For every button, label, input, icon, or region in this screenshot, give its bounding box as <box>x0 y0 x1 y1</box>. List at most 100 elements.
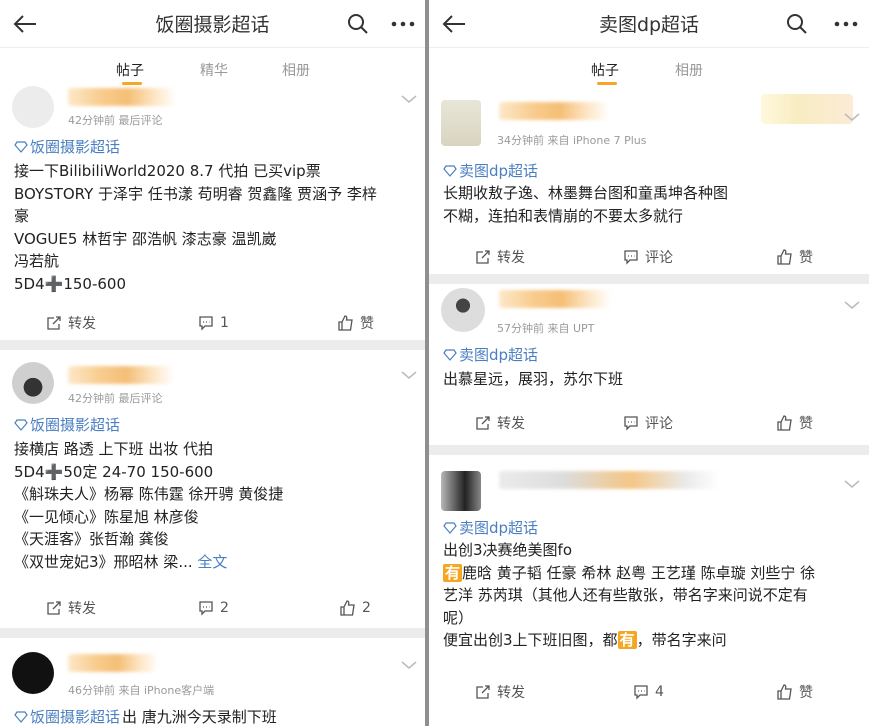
supertopic-label: 卖图dp超话 <box>459 519 539 537</box>
post-text: 接横店 路透 上下班 出妆 代拍 5D4➕50定 24-70 150-600 《… <box>14 438 411 573</box>
chevron-down-icon[interactable] <box>400 658 418 672</box>
post-line: 艺洋 苏芮琪（其他人还有些散张，带名字来问说不定有 <box>443 586 808 604</box>
post-line: BOYSTORY 于泽宇 任书漾 苟明睿 贺鑫隆 贾涵予 李梓 <box>14 184 377 203</box>
avatar[interactable] <box>441 100 481 146</box>
thumbs-up-icon <box>777 249 792 265</box>
supertopic-label: 卖图dp超话 <box>459 346 539 364</box>
post-card[interactable]: 卖图dp超话 出创3决赛绝美图fo 有鹿晗 黄子韬 任豪 希林 赵粤 王艺瑾 陈… <box>429 455 869 725</box>
like-button[interactable]: 赞 <box>777 408 813 438</box>
username-blurred[interactable] <box>68 654 158 672</box>
supertopic-link[interactable]: 饭圈摄影超话 <box>14 414 120 435</box>
search-icon[interactable] <box>344 10 372 38</box>
repost-button[interactable]: 转发 <box>475 242 525 272</box>
supertopic-link[interactable]: 饭圈摄影超话 出 唐九洲今天录制下班 <box>14 706 277 726</box>
post-line: 呢） <box>443 608 474 627</box>
diamond-icon <box>14 140 28 153</box>
repost-label: 转发 <box>497 416 525 432</box>
post-card[interactable]: 46分钟前 来自 iPhone客户端 饭圈摄影超话 出 唐九洲今天录制下班 <box>0 638 425 726</box>
tab-album[interactable]: 相册 <box>675 60 703 80</box>
thumbs-up-icon <box>777 684 792 700</box>
repost-label: 转发 <box>68 316 96 332</box>
like-button[interactable]: 赞 <box>777 677 813 707</box>
post-card[interactable]: 42分钟前 最后评论 饭圈摄影超话 接一下BilibiliWorld2020 8… <box>0 86 425 340</box>
chevron-down-icon[interactable] <box>843 110 861 124</box>
supertopic-link[interactable]: 饭圈摄影超话 <box>14 136 120 157</box>
repost-button[interactable]: 转发 <box>46 308 96 338</box>
full-text-link[interactable]: 全文 <box>197 553 227 571</box>
post-line: 接一下BilibiliWorld2020 8.7 代拍 已买vip票 <box>14 162 321 180</box>
comment-count: 4 <box>655 684 664 700</box>
truncated-text: 《双世宠妃3》邢昭林 梁... <box>14 552 193 571</box>
username-blurred[interactable] <box>68 88 176 106</box>
username-blurred[interactable] <box>68 366 174 384</box>
username-blurred[interactable] <box>499 102 609 120</box>
chevron-down-icon[interactable] <box>843 298 861 312</box>
post-line: 《天涯客》张哲瀚 龚俊 <box>14 530 169 548</box>
username-blurred[interactable] <box>499 471 719 489</box>
post-card[interactable]: 34分钟前 来自 iPhone 7 Plus 卖图dp超话 长期收敖子逸、林墨舞… <box>429 90 869 274</box>
thumbs-up-icon <box>777 415 792 431</box>
like-button[interactable]: 2 <box>340 593 371 623</box>
more-icon[interactable] <box>831 10 861 38</box>
post-separator <box>0 340 425 350</box>
post-line: 便宜出创3上下班旧图，都 <box>443 631 618 649</box>
active-tab-indicator <box>597 82 617 85</box>
avatar[interactable] <box>441 288 485 332</box>
comment-button[interactable]: 1 <box>198 308 229 338</box>
tab-bar: 帖子 精华 相册 <box>0 48 425 90</box>
like-button[interactable]: 赞 <box>777 242 813 272</box>
username-blurred[interactable] <box>499 290 611 308</box>
comment-count: 2 <box>220 600 229 616</box>
right-panel: 卖图dp超话 帖子 相册 34分钟前 来自 iPhone 7 Plus 卖图dp… <box>429 0 869 726</box>
supertopic-link[interactable]: 卖图dp超话 <box>443 160 538 181</box>
post-card[interactable]: 57分钟前 来自 UPT 卖图dp超话 出慕星远，展羽，苏尔下班 转发 评论 赞 <box>429 284 869 445</box>
avatar[interactable] <box>12 652 54 694</box>
post-separator <box>429 445 869 455</box>
post-line: 《一见倾心》陈星旭 林彦俊 <box>14 507 199 526</box>
like-label: 赞 <box>799 416 813 432</box>
tab-posts[interactable]: 帖子 <box>116 60 144 80</box>
back-arrow-icon[interactable] <box>10 10 40 38</box>
action-bar: 转发 评论 赞 <box>429 242 869 272</box>
post-line: 出创3决赛绝美图fo <box>443 541 573 559</box>
avatar[interactable] <box>12 362 54 404</box>
repost-icon <box>476 250 490 264</box>
comment-button[interactable]: 4 <box>633 677 664 707</box>
page-title: 卖图dp超话 <box>598 14 700 36</box>
tab-bar: 帖子 相册 <box>429 48 869 90</box>
top-bar: 饭圈摄影超话 <box>0 0 425 48</box>
tab-posts[interactable]: 帖子 <box>591 60 619 80</box>
repost-label: 转发 <box>497 250 525 266</box>
chevron-down-icon[interactable] <box>400 92 418 106</box>
repost-button[interactable]: 转发 <box>475 677 525 707</box>
diamond-icon <box>14 710 28 723</box>
supertopic-link[interactable]: 卖图dp超话 <box>443 344 538 365</box>
tab-featured[interactable]: 精华 <box>200 60 228 80</box>
you-tag: 有 <box>443 563 463 582</box>
tab-album[interactable]: 相册 <box>282 60 310 80</box>
thumbs-up-icon <box>338 315 353 331</box>
comment-button[interactable]: 评论 <box>623 242 673 272</box>
like-button[interactable]: 赞 <box>338 308 374 338</box>
back-arrow-icon[interactable] <box>439 10 469 38</box>
comment-button[interactable]: 2 <box>198 593 229 623</box>
post-card[interactable]: 42分钟前 最后评论 饭圈摄影超话 接横店 路透 上下班 出妆 代拍 5D4➕5… <box>0 350 425 628</box>
chevron-down-icon[interactable] <box>843 477 861 491</box>
supertopic-link[interactable]: 卖图dp超话 <box>443 517 538 538</box>
like-label: 赞 <box>360 316 374 332</box>
chevron-down-icon[interactable] <box>400 368 418 382</box>
repost-button[interactable]: 转发 <box>475 408 525 438</box>
repost-button[interactable]: 转发 <box>46 593 96 623</box>
repost-label: 转发 <box>68 601 96 617</box>
post-feed: 34分钟前 来自 iPhone 7 Plus 卖图dp超话 长期收敖子逸、林墨舞… <box>429 90 869 725</box>
comment-icon <box>624 416 638 431</box>
you-tag: 有 <box>617 631 637 649</box>
post-feed: 42分钟前 最后评论 饭圈摄影超话 接一下BilibiliWorld2020 8… <box>0 86 425 726</box>
search-icon[interactable] <box>783 10 811 38</box>
repost-icon <box>476 685 490 699</box>
avatar[interactable] <box>441 471 481 511</box>
more-icon[interactable] <box>388 10 418 38</box>
avatar[interactable] <box>12 86 54 128</box>
comment-button[interactable]: 评论 <box>623 408 673 438</box>
post-line: 鹿晗 黄子韬 任豪 希林 赵粤 王艺瑾 陈卓璇 刘些宁 徐 <box>462 563 816 582</box>
